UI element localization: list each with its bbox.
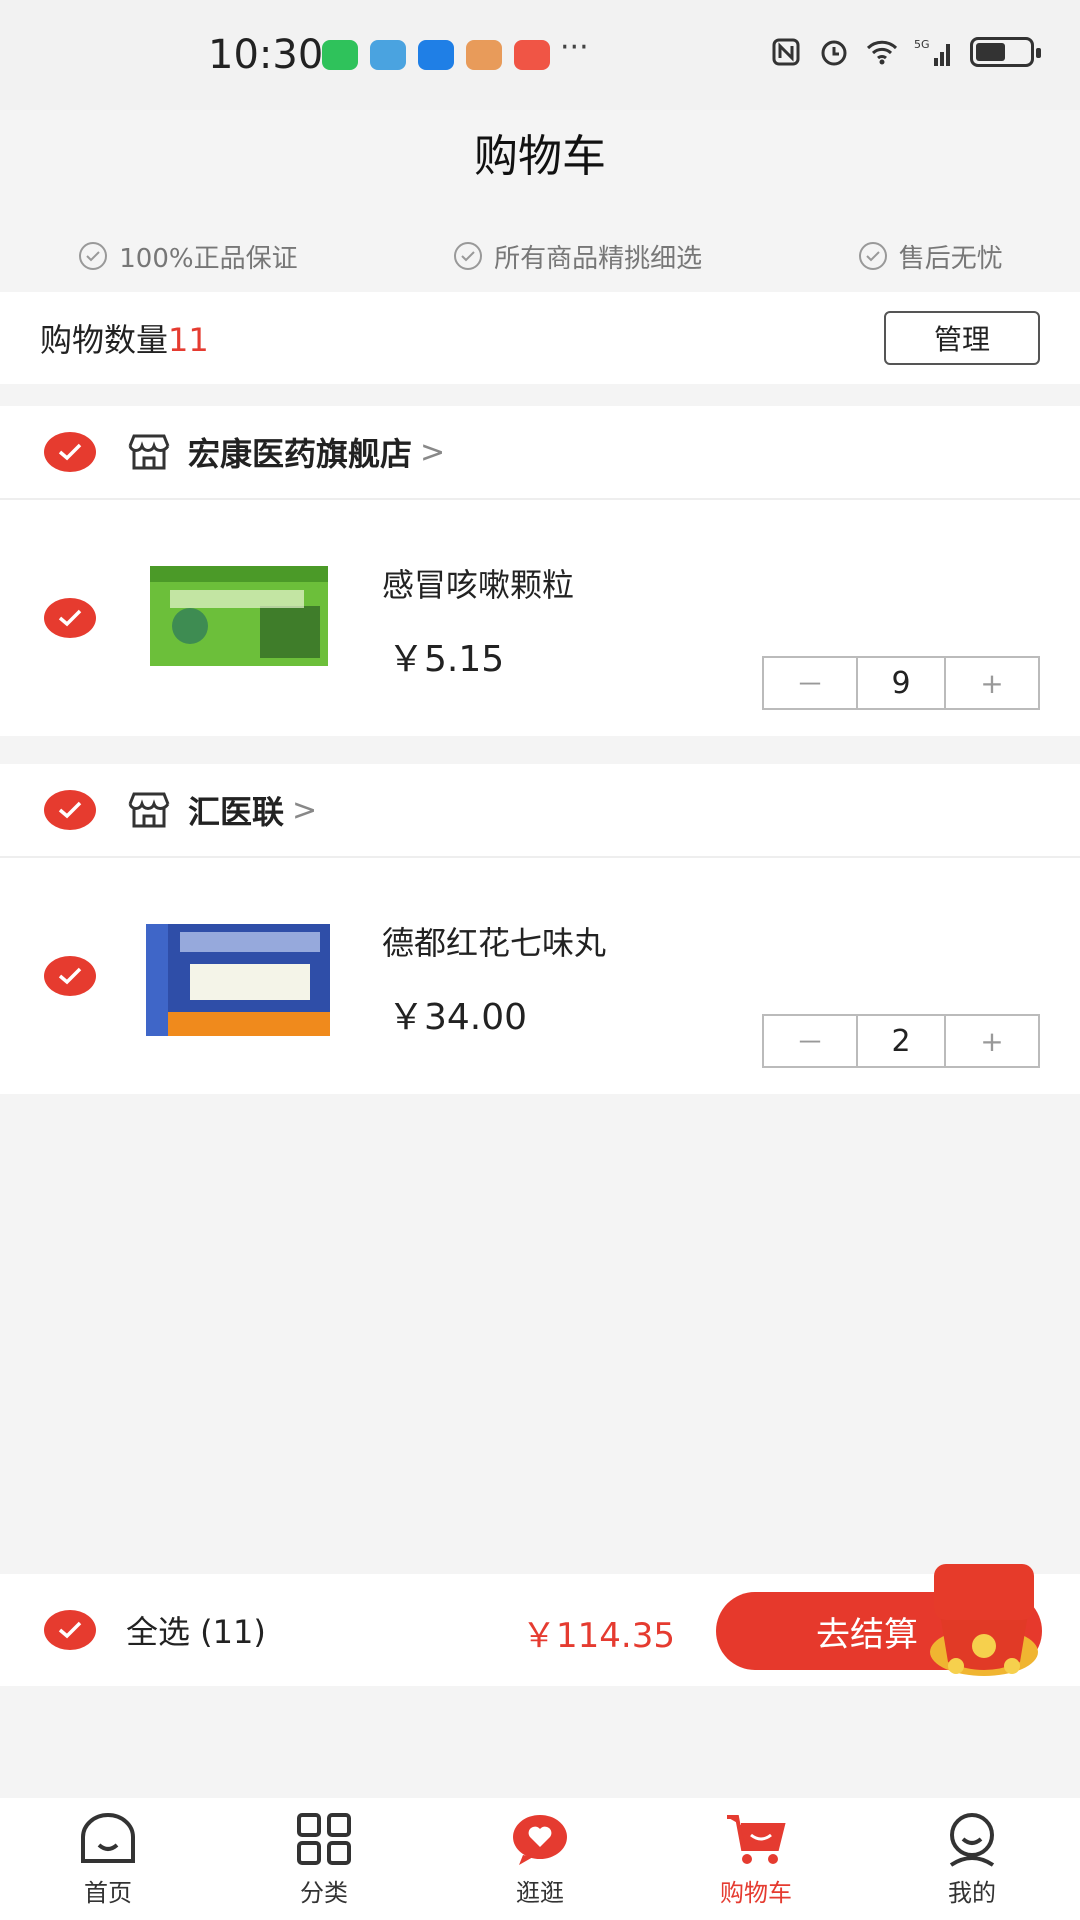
store-card: 汇医联 > 德都红花七味丸 ￥34.00 － 2 + (0, 764, 1080, 1094)
tab-category[interactable]: 分类 (254, 1811, 394, 1908)
tab-label: 分类 (300, 1878, 348, 1907)
select-all-label[interactable]: 全选 (11) (126, 1607, 266, 1653)
product-name[interactable]: 德都红花七味丸 (382, 918, 606, 964)
store-checkbox[interactable] (44, 432, 96, 472)
product-image[interactable] (140, 902, 340, 1050)
increase-button[interactable]: + (946, 658, 1038, 708)
check-circle-icon (79, 242, 108, 270)
guarantee-label: 所有商品精挑细选 (494, 243, 703, 274)
guarantee-item: 售后无忧 (857, 238, 1003, 275)
increase-button[interactable]: + (946, 1016, 1038, 1066)
message-icon (466, 40, 502, 70)
page-title: 购物车 (474, 131, 606, 182)
status-more-icon: ··· (560, 30, 589, 65)
system-status-icons: 5G (770, 36, 1041, 68)
signal-5g-icon: 5G (914, 38, 950, 66)
store-name[interactable]: 宏康医药旗舰店 (188, 429, 412, 475)
svg-text:5G: 5G (914, 38, 930, 51)
tab-label: 逛逛 (516, 1878, 564, 1907)
select-all-checkbox[interactable] (44, 1610, 96, 1650)
status-app-icons (322, 40, 550, 70)
tab-explore[interactable]: 逛逛 (470, 1811, 610, 1908)
product-price: ￥34.00 (388, 997, 528, 1038)
decrease-button[interactable]: － (764, 658, 856, 708)
store-header: 汇医联 > (0, 764, 1080, 858)
item-checkbox[interactable] (44, 598, 96, 638)
heart-chat-icon (513, 1814, 567, 1865)
profile-face-icon (949, 1812, 995, 1867)
product-image[interactable] (140, 544, 340, 692)
checkmark-icon (58, 801, 82, 819)
chevron-right-icon[interactable]: > (292, 793, 317, 828)
guarantee-label: 100%正品保证 (119, 243, 298, 274)
cart-count-label: 购物数量 (40, 321, 169, 359)
bottom-tab-bar: 首页 分类 逛逛 购物车 我的 (0, 1798, 1080, 1920)
chevron-right-icon[interactable]: > (420, 435, 445, 470)
cart-icon (727, 1814, 786, 1864)
checkmark-icon (58, 443, 82, 461)
shield-icon (418, 40, 454, 70)
status-bar: 10:30 ··· 5G (0, 0, 1080, 110)
home-face-icon (81, 1812, 135, 1863)
check-circle-icon (858, 242, 887, 270)
battery-icon (970, 37, 1041, 67)
product-price: ￥5.15 (388, 639, 505, 680)
checkmark-icon (58, 609, 82, 627)
guarantee-item: 所有商品精挑细选 (452, 238, 702, 275)
wifi-icon (866, 40, 898, 65)
red-packet-promo-icon[interactable] (920, 1554, 1048, 1684)
browser-icon (370, 40, 406, 70)
cart-item: 德都红花七味丸 ￥34.00 － 2 + (0, 858, 1080, 1094)
tab-cart[interactable]: 购物车 (686, 1811, 826, 1908)
alarm-icon (821, 40, 847, 66)
cart-item: 感冒咳嗽颗粒 ￥5.15 － 9 + (0, 500, 1080, 736)
total-price: ￥114.35 (522, 1616, 675, 1656)
guarantee-item: 100%正品保证 (77, 238, 298, 275)
store-header: 宏康医药旗舰店 > (0, 406, 1080, 500)
tab-home[interactable]: 首页 (38, 1811, 178, 1908)
item-checkbox[interactable] (44, 956, 96, 996)
tab-label: 我的 (948, 1878, 996, 1907)
cart-count-bar: 购物数量11 管理 (0, 292, 1080, 384)
nfc-icon (772, 38, 800, 66)
check-circle-icon (454, 242, 483, 270)
shop-icon (128, 792, 170, 828)
cart-count-value: 11 (168, 321, 209, 359)
quantity-stepper: － 2 + (762, 1014, 1040, 1068)
manage-button[interactable]: 管理 (884, 311, 1040, 365)
checkmark-icon (58, 1621, 82, 1639)
grid-icon (297, 1812, 351, 1865)
wechat-icon (322, 40, 358, 70)
quantity-value[interactable]: 2 (856, 1016, 946, 1066)
guarantee-bar: 100%正品保证 所有商品精挑细选 售后无忧 (0, 220, 1080, 292)
decrease-button[interactable]: － (764, 1016, 856, 1066)
wallet-icon (514, 40, 550, 70)
tab-label: 首页 (84, 1878, 132, 1907)
store-card: 宏康医药旗舰店 > 感冒咳嗽颗粒 ￥5.15 － 9 + (0, 406, 1080, 736)
shop-icon (128, 434, 170, 470)
cart-count: 购物数量11 (40, 315, 209, 361)
quantity-value[interactable]: 9 (856, 658, 946, 708)
checkmark-icon (58, 967, 82, 985)
product-name[interactable]: 感冒咳嗽颗粒 (382, 560, 574, 606)
status-time: 10:30 (208, 32, 324, 78)
guarantee-label: 售后无忧 (898, 243, 1003, 274)
tab-profile[interactable]: 我的 (902, 1811, 1042, 1908)
store-name[interactable]: 汇医联 (188, 787, 284, 833)
store-checkbox[interactable] (44, 790, 96, 830)
quantity-stepper: － 9 + (762, 656, 1040, 710)
checkout-bar: 全选 (11) ￥114.35 去结算 (0, 1574, 1080, 1686)
tab-label: 购物车 (720, 1878, 792, 1907)
